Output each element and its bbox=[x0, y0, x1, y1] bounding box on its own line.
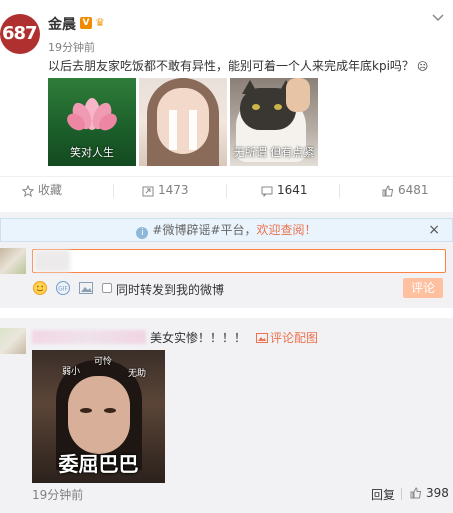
image-cat-eye bbox=[274, 104, 282, 110]
input-blur bbox=[34, 250, 70, 272]
meme-word: 弱小 bbox=[62, 367, 81, 377]
post-text: 以后去朋友家吃饭都不敢有异性，能别可着一个人来完成年底kpi吗？ ☹ bbox=[48, 57, 428, 74]
repost-button[interactable]: 1473 bbox=[142, 177, 189, 205]
close-icon[interactable]: × bbox=[428, 219, 440, 241]
divider bbox=[113, 184, 114, 198]
meme-word: 可怜 bbox=[94, 357, 113, 367]
comment-image-eye bbox=[104, 408, 116, 413]
divider bbox=[226, 184, 227, 198]
post-time[interactable]: 19分钟前 bbox=[48, 39, 95, 55]
comment-time: 19分钟前 bbox=[32, 488, 84, 502]
sad-face-icon: ☹ bbox=[416, 60, 429, 73]
comment-like-count: 398 bbox=[426, 486, 449, 500]
commenter-name[interactable] bbox=[32, 330, 146, 344]
forward-checkbox[interactable] bbox=[102, 283, 112, 293]
comment-text: 美女实惨！！！！ bbox=[150, 331, 247, 345]
image-hand bbox=[286, 78, 310, 112]
image-tape bbox=[169, 110, 177, 150]
image-tape bbox=[189, 110, 197, 150]
reply-button[interactable]: 回复 bbox=[371, 486, 395, 503]
repost-icon bbox=[142, 186, 154, 196]
thumbs-up-icon bbox=[410, 487, 422, 499]
lotus-icon bbox=[67, 98, 117, 131]
favorite-button[interactable]: 收藏 bbox=[21, 177, 63, 205]
post-text-content: 以后去朋友家吃饭都不敢有异性，能别可着一个人来完成年底kpi吗？ bbox=[48, 59, 414, 73]
image-icon[interactable] bbox=[78, 280, 94, 296]
meme-word: 无助 bbox=[128, 369, 147, 379]
comment-item: 美女实惨！！！！ 评论配图 弱小 可怜 无助 委屈巴巴 19分钟前 回复 398 bbox=[0, 318, 453, 513]
image-face bbox=[157, 88, 209, 154]
notice-link[interactable]: 欢迎查阅！ bbox=[257, 223, 317, 237]
post-image-1[interactable]: 笑对人生 bbox=[48, 78, 136, 166]
verified-badge-icon: V bbox=[80, 17, 92, 29]
rumor-notice[interactable]: i #微博辟谣#平台，欢迎查阅！ × bbox=[0, 218, 453, 242]
user-avatar bbox=[0, 248, 26, 274]
comment-button[interactable]: 1641 bbox=[261, 177, 308, 205]
picture-icon bbox=[256, 333, 268, 343]
comment-image-eye bbox=[80, 408, 92, 413]
divider bbox=[401, 488, 402, 500]
chevron-down-icon[interactable] bbox=[431, 10, 445, 24]
comment-image-link-label: 评论配图 bbox=[270, 331, 319, 345]
post-action-bar: 收藏 1473 1641 6481 bbox=[0, 176, 453, 204]
crown-icon: ♛ bbox=[95, 16, 105, 29]
avatar-text: 687 bbox=[2, 23, 38, 44]
like-count: 6481 bbox=[398, 183, 429, 197]
comment-panel: i #微博辟谣#平台，欢迎查阅！ × GIF 同时转发到我的微博 评论 bbox=[0, 212, 453, 308]
star-icon bbox=[21, 184, 35, 197]
gif-icon[interactable]: GIF bbox=[55, 280, 71, 296]
comment-image[interactable]: 弱小 可怜 无助 委屈巴巴 bbox=[32, 350, 165, 483]
comment-image-link[interactable]: 评论配图 bbox=[256, 329, 318, 346]
image-caption: 无所谓 但有点紧 bbox=[233, 146, 315, 159]
repost-count: 1473 bbox=[158, 183, 189, 197]
weibo-post: 687 金晨 V ♛ 19分钟前 以后去朋友家吃饭都不敢有异性，能别可着一个人来… bbox=[0, 0, 453, 176]
author-avatar[interactable]: 687 bbox=[0, 14, 40, 54]
emoji-icon[interactable] bbox=[32, 280, 48, 296]
svg-text:GIF: GIF bbox=[58, 286, 68, 293]
image-cat-eye bbox=[252, 104, 260, 110]
thumbs-up-icon bbox=[382, 184, 394, 196]
meme-caption: 委屈巴巴 bbox=[58, 452, 139, 476]
submit-comment-button[interactable]: 评论 bbox=[403, 278, 443, 298]
notice-text: #微博辟谣#平台， bbox=[152, 223, 257, 237]
divider bbox=[339, 184, 340, 198]
favorite-label: 收藏 bbox=[38, 183, 63, 197]
image-caption: 笑对人生 bbox=[70, 146, 114, 159]
comment-count: 1641 bbox=[277, 183, 308, 197]
comment-like-button[interactable]: 398 bbox=[410, 486, 449, 500]
post-image-2[interactable] bbox=[139, 78, 227, 166]
info-icon: i bbox=[136, 227, 149, 239]
author-name[interactable]: 金晨 bbox=[48, 14, 76, 34]
like-button[interactable]: 6481 bbox=[382, 177, 429, 205]
post-image-3[interactable]: 无所谓 但有点紧 bbox=[230, 78, 318, 166]
comment-image-face bbox=[68, 376, 130, 454]
comment-input[interactable] bbox=[32, 249, 446, 273]
comment-icon bbox=[261, 186, 273, 197]
commenter-avatar[interactable] bbox=[0, 328, 26, 354]
forward-label[interactable]: 同时转发到我的微博 bbox=[116, 281, 224, 298]
